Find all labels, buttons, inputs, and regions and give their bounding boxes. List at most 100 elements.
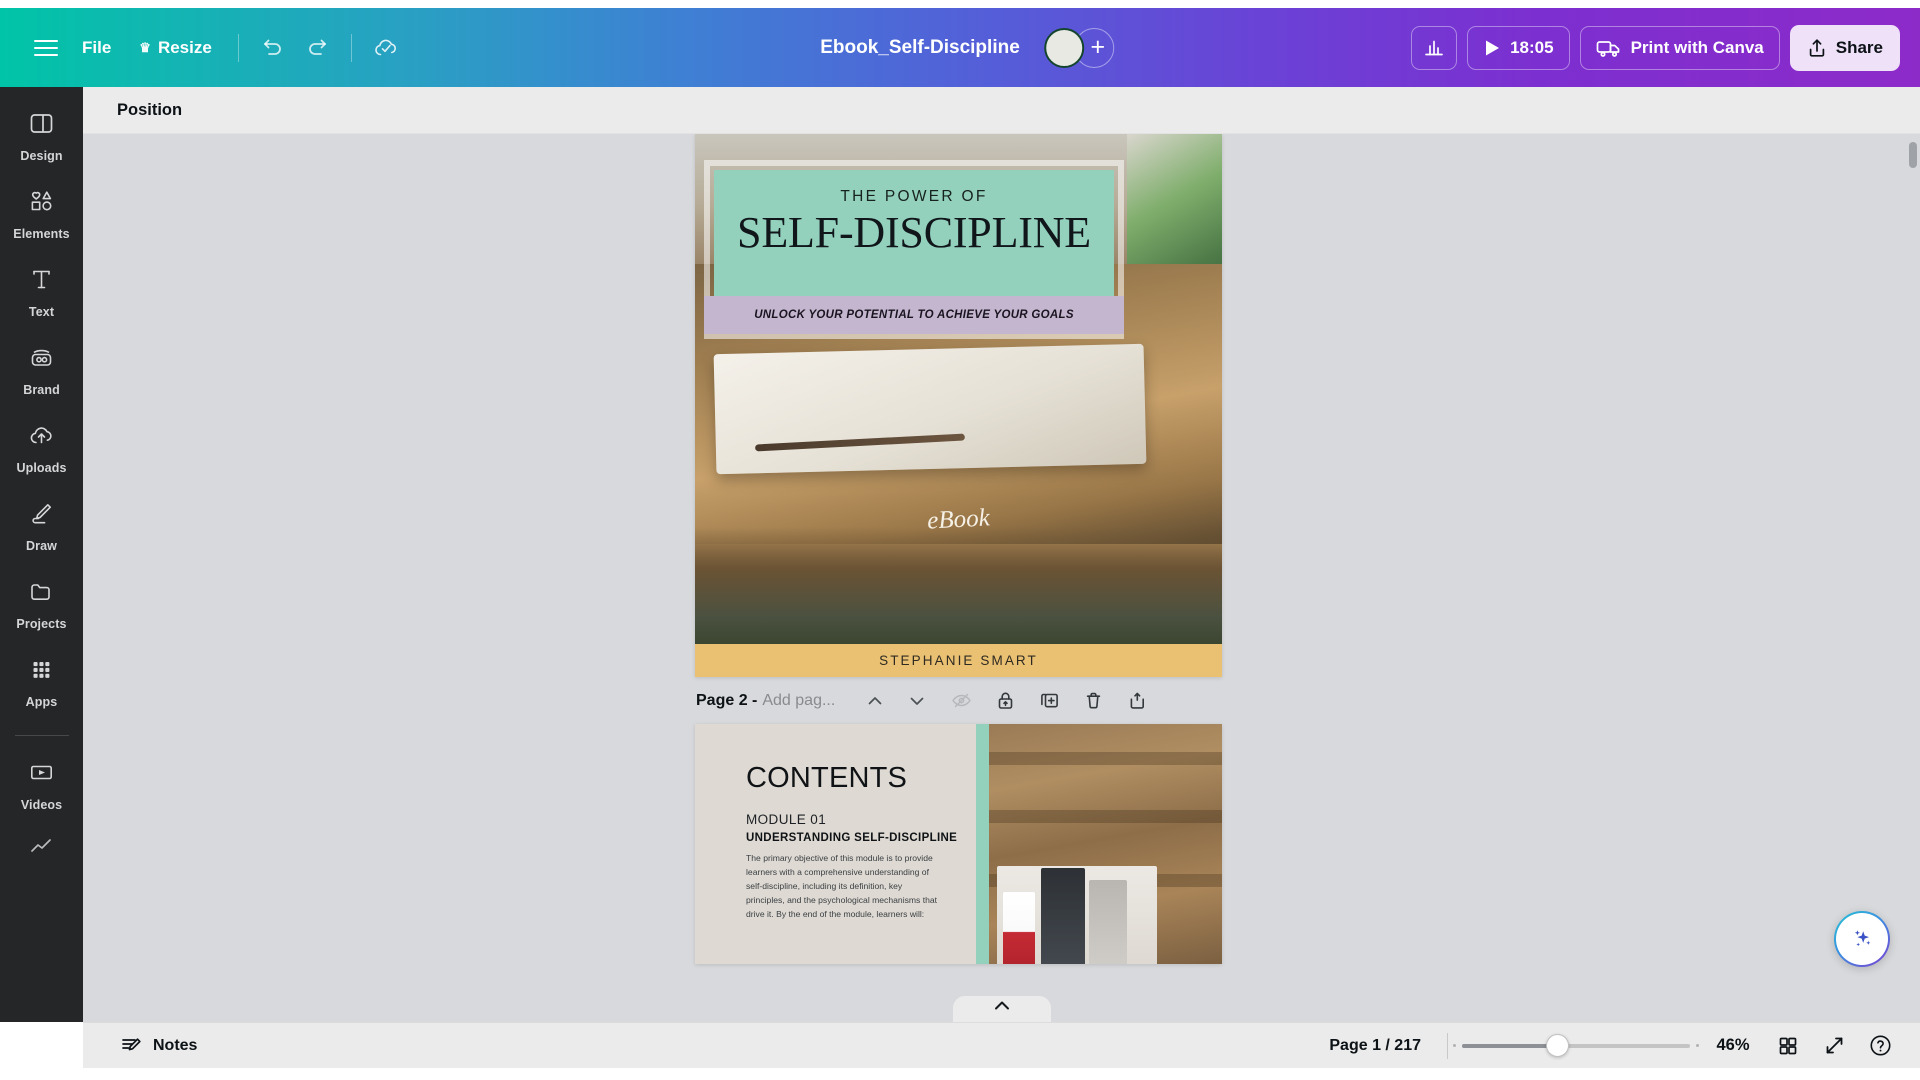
present-button[interactable]: 18:05	[1467, 25, 1570, 70]
add-page-icon	[1130, 692, 1144, 709]
photo-plank	[989, 810, 1222, 823]
insights-button[interactable]	[1411, 25, 1458, 70]
pen-draw-icon	[28, 500, 55, 532]
help-button[interactable]	[1860, 1026, 1900, 1066]
design-layout-icon	[28, 110, 55, 142]
delivery-truck-icon	[1596, 40, 1619, 57]
print-with-canva-button[interactable]: Print with Canva	[1579, 25, 1780, 70]
present-timer: 18:05	[1510, 37, 1554, 57]
cover-lavender-panel[interactable]: UNLOCK YOUR POTENTIAL TO ACHIEVE YOUR GO…	[704, 296, 1124, 334]
sidebar-item-label: Elements	[13, 227, 70, 241]
file-menu-label: File	[82, 37, 112, 57]
file-menu-button[interactable]: File	[68, 29, 125, 67]
sidebar-item-uploads[interactable]: Uploads	[4, 413, 79, 481]
page-2-heading[interactable]: CONTENTS	[746, 762, 976, 795]
sidebar-item-videos[interactable]: Videos	[4, 750, 79, 818]
move-page-down-button[interactable]	[899, 683, 935, 719]
duplicate-page-button[interactable]	[1031, 683, 1067, 719]
grid-view-icon	[1779, 1037, 1797, 1054]
hide-page-button[interactable]	[943, 683, 979, 719]
sidebar-item-partial[interactable]	[4, 828, 79, 866]
page-2-body-text[interactable]: The primary objective of this module is …	[746, 851, 942, 921]
sidebar-item-draw[interactable]: Draw	[4, 491, 79, 559]
page-2-module-title[interactable]: UNDERSTANDING SELF-DISCIPLINE	[746, 832, 976, 844]
add-page-button[interactable]	[1119, 683, 1155, 719]
cover-photo-notebook	[713, 343, 1147, 475]
document-title-group: Ebook_Self-Discipline +	[806, 27, 1114, 68]
sidebar-item-label: Draw	[26, 539, 57, 553]
sidebar-item-design[interactable]: Design	[4, 101, 79, 169]
delete-page-button[interactable]	[1075, 683, 1111, 719]
help-question-icon	[1870, 1035, 1890, 1056]
toolbar-divider-1	[237, 33, 239, 62]
page-2-module-number[interactable]: MODULE 01	[746, 812, 976, 827]
move-page-up-button[interactable]	[857, 683, 893, 719]
zoom-slider[interactable]	[1453, 1034, 1699, 1058]
text-t-icon	[28, 266, 55, 298]
resize-button[interactable]: ♛ Resize	[125, 29, 226, 67]
share-button[interactable]: Share	[1789, 24, 1900, 71]
page-2-photo[interactable]	[989, 724, 1222, 964]
position-button[interactable]: Position	[105, 94, 194, 127]
photo-book-grey	[1089, 880, 1127, 964]
notes-button[interactable]: Notes	[108, 1027, 209, 1064]
expand-fullscreen-icon	[1826, 1037, 1842, 1054]
cover-photo-bottom	[695, 527, 1222, 647]
left-sidebar: Design Elements Text Brand Uploads Draw …	[0, 87, 83, 1022]
canvas-scroll-area[interactable]: THE POWER OF SELF-DISCIPLINE UNLOCK YOUR…	[83, 134, 1920, 1022]
page-2-text-column: CONTENTS MODULE 01 UNDERSTANDING SELF-DI…	[695, 724, 976, 964]
sidebar-item-elements[interactable]: Elements	[4, 179, 79, 247]
top-toolbar-left: File ♛ Resize	[0, 26, 408, 70]
zoom-min-dot	[1453, 1044, 1456, 1047]
page-2-contents[interactable]: CONTENTS MODULE 01 UNDERSTANDING SELF-DI…	[695, 724, 1222, 964]
collapse-panel-button[interactable]	[952, 996, 1051, 1022]
cover-title-text[interactable]: SELF-DISCIPLINE	[704, 207, 1124, 258]
hamburger-menu-icon[interactable]	[24, 26, 68, 70]
page-2-label: Page 2 -	[696, 691, 758, 709]
redo-icon[interactable]	[295, 26, 339, 70]
cover-kicker-text[interactable]: THE POWER OF	[714, 188, 1114, 206]
lock-page-icon	[998, 692, 1013, 709]
sidebar-item-brand[interactable]: Brand	[4, 335, 79, 403]
zoom-slider-fill	[1462, 1043, 1556, 1048]
zoom-level-label[interactable]: 46%	[1704, 1029, 1762, 1062]
notes-label: Notes	[153, 1036, 198, 1054]
photo-book-dark	[1041, 868, 1085, 964]
page-1-cover[interactable]: THE POWER OF SELF-DISCIPLINE UNLOCK YOUR…	[695, 134, 1222, 677]
undo-icon[interactable]	[251, 26, 295, 70]
share-label: Share	[1835, 37, 1883, 57]
shapes-icon	[28, 188, 55, 220]
trend-chart-icon	[28, 837, 55, 860]
zoom-slider-handle[interactable]	[1546, 1034, 1569, 1057]
cloud-check-icon[interactable]	[364, 26, 408, 70]
sidebar-item-text[interactable]: Text	[4, 257, 79, 325]
cover-author-bar[interactable]: STEPHANIE SMART	[695, 644, 1222, 677]
grid-view-button[interactable]	[1768, 1026, 1808, 1066]
page-indicator[interactable]: Page 1 / 217	[1317, 1030, 1433, 1062]
hide-page-icon	[952, 693, 971, 708]
photo-plank	[989, 752, 1222, 765]
share-upload-icon	[1809, 38, 1824, 57]
top-toolbar-right: 18:05 Print with Canva Share	[1411, 24, 1900, 71]
avatar[interactable]	[1043, 27, 1084, 68]
chevron-down-icon	[910, 697, 924, 705]
lock-page-button[interactable]	[987, 683, 1023, 719]
sidebar-item-projects[interactable]: Projects	[4, 569, 79, 637]
photo-book-red	[1003, 892, 1035, 964]
chevron-up-icon	[868, 696, 882, 704]
sidebar-item-apps[interactable]: Apps	[4, 647, 79, 715]
cover-subtitle-text[interactable]: UNLOCK YOUR POTENTIAL TO ACHIEVE YOUR GO…	[754, 309, 1074, 321]
vertical-scrollbar[interactable]	[1909, 142, 1917, 168]
cover-author-text: STEPHANIE SMART	[879, 653, 1038, 668]
sidebar-item-label: Text	[28, 305, 55, 319]
page-name-input[interactable]: Add pag...	[762, 692, 835, 710]
top-toolbar: File ♛ Resize Ebook_Self-Discipline + 18…	[0, 8, 1920, 87]
document-title[interactable]: Ebook_Self-Discipline	[806, 29, 1034, 67]
brand-kit-icon	[28, 344, 55, 376]
crown-icon: ♛	[139, 39, 151, 55]
toolbar-divider-2	[350, 33, 352, 62]
folder-icon	[28, 578, 55, 610]
fullscreen-button[interactable]	[1814, 1026, 1854, 1066]
magic-assistant-button[interactable]	[1834, 911, 1890, 967]
video-play-icon	[28, 759, 55, 791]
